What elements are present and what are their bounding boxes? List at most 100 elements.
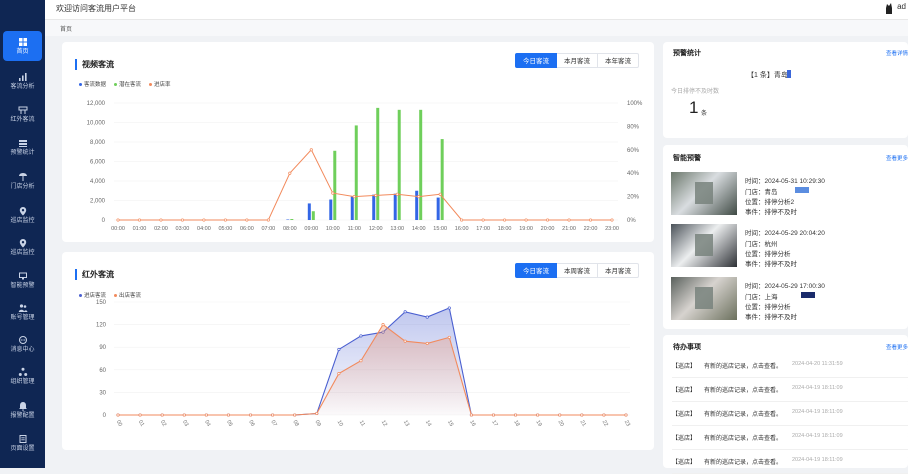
- out-flow-point[interactable]: [271, 414, 273, 416]
- alert-item[interactable]: 时间：2024-05-29 20:04:20门店：杭州位置：排停分析事件：排停不…: [671, 224, 907, 269]
- out-flow-point[interactable]: [603, 414, 605, 416]
- sidebar-item-7[interactable]: 智能预警: [3, 265, 42, 295]
- user-avatar-icon[interactable]: [884, 2, 894, 14]
- sidebar-item-2[interactable]: 红外客流: [3, 99, 42, 129]
- out-flow-point[interactable]: [316, 412, 318, 414]
- in-flow-point[interactable]: [338, 348, 340, 350]
- bar-potential[interactable]: [333, 151, 336, 220]
- rate-point[interactable]: [589, 219, 591, 221]
- sidebar-item-6[interactable]: 巡店监控: [3, 232, 42, 262]
- rate-point[interactable]: [525, 219, 527, 221]
- rate-point[interactable]: [396, 193, 398, 195]
- rate-point[interactable]: [568, 219, 570, 221]
- alert-snapshot-image[interactable]: [671, 172, 737, 215]
- bar-customer[interactable]: [437, 198, 440, 220]
- out-flow-point[interactable]: [559, 414, 561, 416]
- rate-point[interactable]: [310, 149, 312, 151]
- rate-point[interactable]: [353, 195, 355, 197]
- rate-point[interactable]: [482, 219, 484, 221]
- bar-potential[interactable]: [312, 211, 315, 220]
- rate-point[interactable]: [267, 219, 269, 221]
- bar-customer[interactable]: [415, 191, 418, 220]
- bar-customer[interactable]: [329, 200, 332, 220]
- rate-point[interactable]: [138, 219, 140, 221]
- rate-point[interactable]: [611, 219, 613, 221]
- sidebar-item-3[interactable]: 预警统计: [3, 132, 42, 162]
- sidebar-item-12[interactable]: 页面设置: [3, 428, 42, 458]
- sidebar-item-11[interactable]: 报警配置: [3, 395, 42, 425]
- in-flow-point[interactable]: [360, 335, 362, 337]
- rate-point[interactable]: [460, 219, 462, 221]
- bar-potential[interactable]: [441, 139, 444, 220]
- out-flow-point[interactable]: [117, 414, 119, 416]
- alert-item[interactable]: 时间：2024-05-31 10:29:30门店：青岛位置：排停分析2事件：排停…: [671, 172, 907, 217]
- bar-customer[interactable]: [308, 203, 311, 220]
- rate-point[interactable]: [289, 172, 291, 174]
- bar-potential[interactable]: [376, 108, 379, 220]
- bar-customer[interactable]: [351, 197, 354, 220]
- sidebar-item-1[interactable]: 客流分析: [3, 66, 42, 96]
- rate-point[interactable]: [439, 193, 441, 195]
- out-flow-point[interactable]: [249, 414, 251, 416]
- out-flow-point[interactable]: [382, 323, 384, 325]
- in-flow-point[interactable]: [404, 311, 406, 313]
- sidebar-item-8[interactable]: 账号管理: [3, 297, 42, 327]
- rate-point[interactable]: [546, 219, 548, 221]
- bar-potential[interactable]: [398, 110, 401, 220]
- out-flow-point[interactable]: [139, 414, 141, 416]
- out-flow-point[interactable]: [338, 372, 340, 374]
- out-flow-point[interactable]: [161, 414, 163, 416]
- out-flow-point[interactable]: [492, 414, 494, 416]
- out-flow-point[interactable]: [470, 414, 472, 416]
- breadcrumb[interactable]: 首页: [60, 24, 72, 33]
- todo-more-link[interactable]: 查看更多: [886, 343, 908, 351]
- rate-point[interactable]: [181, 219, 183, 221]
- out-flow-point[interactable]: [514, 414, 516, 416]
- sidebar-item-0[interactable]: 首页: [3, 31, 42, 61]
- todo-item[interactable]: 【巡店】有新的巡店记录，点击查看。2024-04-20 11:31:59›: [672, 356, 908, 378]
- out-flow-point[interactable]: [448, 336, 450, 338]
- rate-point[interactable]: [375, 194, 377, 196]
- out-flow-point[interactable]: [536, 414, 538, 416]
- bar-potential[interactable]: [290, 219, 293, 220]
- in-flow-point[interactable]: [426, 316, 428, 318]
- bar-customer[interactable]: [372, 195, 375, 220]
- bar-potential[interactable]: [419, 110, 422, 220]
- out-flow-point[interactable]: [183, 414, 185, 416]
- rate-point[interactable]: [503, 219, 505, 221]
- out-flow-point[interactable]: [293, 414, 295, 416]
- x-tick-label: 16:00: [455, 226, 469, 232]
- warning-stats-item[interactable]: 【1 条】青岛: [747, 70, 788, 80]
- bar-potential[interactable]: [355, 125, 358, 220]
- user-name[interactable]: ad: [897, 2, 906, 11]
- todo-item[interactable]: 【巡店】有新的巡店记录，点击查看。2024-04-19 18:11:09›: [672, 452, 908, 474]
- todo-item[interactable]: 【巡店】有新的巡店记录，点击查看。2024-04-19 18:11:09›: [672, 404, 908, 426]
- out-flow-point[interactable]: [227, 414, 229, 416]
- smart-alerts-more-link[interactable]: 查看更多: [886, 154, 908, 162]
- rate-point[interactable]: [417, 195, 419, 197]
- todo-item[interactable]: 【巡店】有新的巡店记录，点击查看。2024-04-19 18:11:09›: [672, 428, 908, 450]
- in-flow-point[interactable]: [448, 307, 450, 309]
- out-flow-point[interactable]: [426, 342, 428, 344]
- out-flow-point[interactable]: [205, 414, 207, 416]
- sidebar-item-10[interactable]: 组织管理: [3, 361, 42, 391]
- rate-point[interactable]: [224, 219, 226, 221]
- todo-item[interactable]: 【巡店】有新的巡店记录，点击查看。2024-04-19 18:11:09›: [672, 380, 908, 402]
- out-flow-point[interactable]: [625, 414, 627, 416]
- sidebar-item-9[interactable]: 消息中心: [3, 329, 42, 359]
- sidebar-item-4[interactable]: 门店分析: [3, 166, 42, 196]
- rate-point[interactable]: [203, 219, 205, 221]
- out-flow-point[interactable]: [581, 414, 583, 416]
- rate-point[interactable]: [160, 219, 162, 221]
- out-flow-point[interactable]: [404, 340, 406, 342]
- sidebar-item-5[interactable]: 巡店监控: [3, 200, 42, 230]
- rate-point[interactable]: [117, 219, 119, 221]
- alert-snapshot-image[interactable]: [671, 277, 737, 320]
- bar-customer[interactable]: [394, 194, 397, 220]
- alert-snapshot-image[interactable]: [671, 224, 737, 267]
- alert-item[interactable]: 时间：2024-05-29 17:00:30门店：上海位置：排停分析事件：排停不…: [671, 277, 907, 322]
- rate-point[interactable]: [332, 192, 334, 194]
- warning-stats-more-link[interactable]: 查看详情: [886, 49, 908, 57]
- out-flow-point[interactable]: [360, 360, 362, 362]
- rate-point[interactable]: [246, 219, 248, 221]
